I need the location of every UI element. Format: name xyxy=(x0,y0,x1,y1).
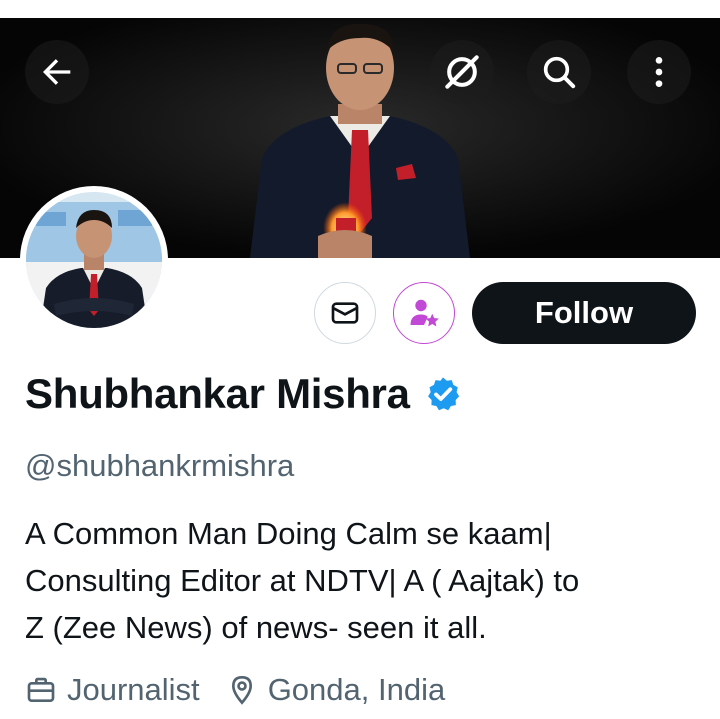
display-name: Shubhankar Mishra xyxy=(25,370,410,417)
more-button[interactable] xyxy=(627,40,691,104)
profile-handle: @shubhankrmishra xyxy=(25,448,295,483)
grok-icon xyxy=(445,55,479,89)
more-vertical-icon xyxy=(655,57,663,87)
bio-line: Consulting Editor at NDTV| A ( Aajtak) t… xyxy=(25,563,580,598)
profile-bio: A Common Man Doing Calm se kaam| Consult… xyxy=(25,510,705,651)
back-arrow-icon xyxy=(43,59,71,85)
profession-item: Journalist xyxy=(25,672,200,708)
follow-button[interactable]: Follow xyxy=(472,282,696,344)
search-icon xyxy=(543,56,576,89)
search-button[interactable] xyxy=(527,40,591,104)
briefcase-icon xyxy=(27,677,55,702)
profile-name-row: Shubhankar Mishra xyxy=(25,370,462,418)
avatar-image xyxy=(26,192,162,328)
profession-label: Journalist xyxy=(67,672,200,707)
location-pin-icon xyxy=(231,675,252,705)
profile-meta: Journalist Gonda, India xyxy=(25,672,445,708)
subscribe-person-star-icon xyxy=(410,299,439,327)
envelope-icon xyxy=(331,302,359,324)
bio-line: A Common Man Doing Calm se kaam| xyxy=(25,516,552,551)
subscribe-button[interactable] xyxy=(393,282,455,344)
location-item: Gonda, India xyxy=(226,672,446,708)
avatar[interactable] xyxy=(20,186,168,334)
verified-badge-icon[interactable] xyxy=(424,375,462,413)
location-label: Gonda, India xyxy=(267,672,446,707)
top-strip xyxy=(0,0,720,18)
grok-button[interactable] xyxy=(430,40,494,104)
back-button[interactable] xyxy=(25,40,89,104)
bio-line: Z (Zee News) of news- seen it all. xyxy=(25,610,487,645)
message-button[interactable] xyxy=(314,282,376,344)
